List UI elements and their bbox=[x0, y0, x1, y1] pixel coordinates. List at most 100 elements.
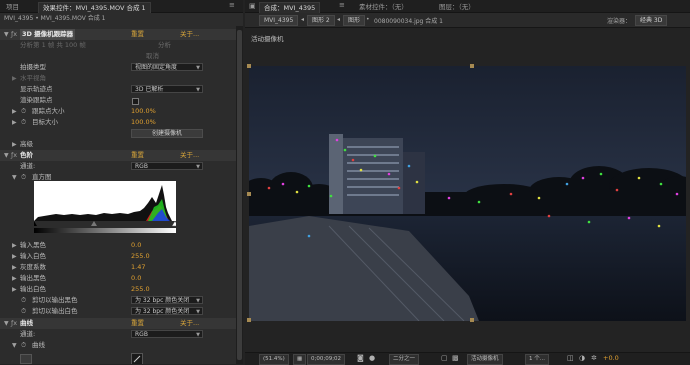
input-black-value[interactable]: 0.0 bbox=[131, 240, 141, 251]
grid-icon[interactable]: ▦ bbox=[293, 354, 307, 365]
show-track-points-dropdown[interactable]: 3D 已解析 ▼ bbox=[131, 85, 203, 93]
curve-pencil-icon[interactable] bbox=[131, 353, 143, 364]
layer-chip[interactable]: 图形 2 bbox=[307, 15, 335, 26]
frame-handle[interactable] bbox=[470, 318, 474, 322]
frame-handle[interactable] bbox=[247, 192, 251, 196]
expand-icon[interactable]: ▶ bbox=[12, 262, 17, 273]
effect-name: 3D 摄像机跟踪器 bbox=[20, 29, 76, 40]
output-white-value[interactable]: 255.0 bbox=[131, 284, 150, 295]
resolution-dropdown[interactable]: 二分之一 bbox=[389, 354, 420, 365]
gamma-value[interactable]: 1.47 bbox=[131, 262, 145, 273]
effect-header-curves[interactable]: ▼ ƒx 曲线 重置 关于... bbox=[0, 318, 236, 329]
curves-channel-dropdown[interactable]: RGB ▼ bbox=[131, 330, 203, 338]
about-link[interactable]: 关于... bbox=[180, 150, 199, 161]
expand-icon[interactable]: ▶ bbox=[12, 273, 17, 284]
render-track-points-row: 渲染跟踪点 bbox=[0, 95, 236, 106]
renderer-dropdown[interactable]: 经典 3D bbox=[635, 15, 668, 26]
effect-controls-panel: 项目 效果控件：MVI_4395.MOV 合成 1 ≡ MVI_4395 • M… bbox=[0, 0, 243, 364]
dot-icon: • bbox=[366, 16, 370, 23]
expand-icon[interactable]: ▶ bbox=[12, 284, 17, 295]
transparency-icon[interactable]: ▩ bbox=[452, 354, 459, 362]
collapse-icon[interactable]: ▼ bbox=[12, 172, 17, 183]
comp-breadcrumb[interactable]: 0080090034.jpg 合成 1 bbox=[374, 16, 443, 25]
stopwatch-icon[interactable]: ⏱ bbox=[21, 295, 26, 306]
stopwatch-icon[interactable]: ⏱ bbox=[21, 117, 26, 128]
composition-viewer[interactable] bbox=[249, 66, 686, 321]
input-white-value[interactable]: 255.0 bbox=[131, 251, 150, 262]
tab-footage[interactable]: 素材控件：（无） bbox=[355, 2, 412, 12]
snapshot-icon[interactable]: ◫ bbox=[567, 354, 574, 362]
tab-effect-controls[interactable]: 效果控件：MVI_4395.MOV 合成 1 bbox=[38, 2, 151, 13]
chevron-down-icon: ▼ bbox=[196, 87, 200, 93]
gamma-handle[interactable] bbox=[91, 221, 97, 226]
panel-menu-icon[interactable]: ≡ bbox=[229, 1, 235, 9]
expand-icon[interactable]: ▶ bbox=[12, 139, 17, 150]
analyze-button[interactable]: 分析 bbox=[158, 40, 171, 51]
render-track-points-checkbox[interactable] bbox=[132, 98, 139, 105]
about-link[interactable]: 关于... bbox=[180, 318, 199, 329]
fx-icon[interactable]: ƒx bbox=[11, 29, 17, 40]
input-white-handle[interactable] bbox=[171, 220, 176, 227]
expand-icon[interactable]: ▶ bbox=[12, 240, 17, 251]
reset-link[interactable]: 重置 bbox=[131, 150, 144, 161]
levels-histogram[interactable] bbox=[34, 181, 176, 237]
zoom-dropdown[interactable]: (51.4%) bbox=[259, 354, 289, 365]
frame-handle[interactable] bbox=[247, 318, 251, 322]
scrollbar-thumb[interactable] bbox=[237, 30, 242, 360]
lock-icon[interactable]: ▣ bbox=[249, 2, 256, 10]
collapse-icon[interactable]: ▼ bbox=[4, 150, 9, 161]
clip-white-dropdown[interactable]: 为 32 bpc 颜色关闭 ▼ bbox=[131, 307, 203, 315]
target-size-value[interactable]: 100.0% bbox=[131, 117, 156, 128]
stopwatch-icon[interactable]: ⏱ bbox=[21, 306, 26, 317]
exposure-icon[interactable]: ✲ bbox=[591, 354, 597, 362]
frame-handle[interactable] bbox=[470, 64, 474, 68]
reset-link[interactable]: 重置 bbox=[131, 318, 144, 329]
fx-icon[interactable]: ƒx bbox=[11, 318, 17, 329]
effect-header-levels[interactable]: ▼ ƒx 色阶 重置 关于... bbox=[0, 150, 236, 161]
curve-tool-icon[interactable] bbox=[20, 354, 32, 364]
tab-project[interactable]: 项目 bbox=[2, 2, 23, 12]
shot-type-dropdown[interactable]: 视图的固定角度 ▼ bbox=[131, 63, 203, 71]
cancel-button[interactable]: 取消 bbox=[146, 51, 159, 62]
collapse-icon[interactable]: ▼ bbox=[4, 29, 9, 40]
comp-chip[interactable]: MVI_4395 bbox=[259, 15, 299, 26]
input-black-handle[interactable] bbox=[34, 221, 37, 226]
expand-icon[interactable]: ▶ bbox=[12, 73, 17, 84]
tab-composition[interactable]: 合成：MVI_4395 bbox=[259, 2, 321, 13]
color-icon[interactable]: ● bbox=[369, 354, 375, 362]
levels-channel-row: 通道: RGB ▼ bbox=[0, 161, 236, 172]
collapse-icon[interactable]: ▼ bbox=[12, 340, 17, 351]
fx-icon[interactable]: ƒx bbox=[11, 150, 17, 161]
expand-icon[interactable]: ▶ bbox=[12, 251, 17, 262]
levels-channel-dropdown[interactable]: RGB ▼ bbox=[131, 162, 203, 170]
stopwatch-icon[interactable]: ⏱ bbox=[21, 172, 26, 183]
gamma-row: ▶ 灰度系数 1.47 bbox=[0, 262, 236, 273]
create-camera-button[interactable]: 创建摄像机 bbox=[131, 129, 203, 138]
input-white-label: 输入白色 bbox=[20, 252, 46, 260]
stopwatch-icon[interactable]: ⏱ bbox=[21, 106, 26, 117]
clip-black-dropdown[interactable]: 为 32 bpc 颜色关闭 ▼ bbox=[131, 296, 203, 304]
frame-handle[interactable] bbox=[247, 64, 251, 68]
effect-header-tracker[interactable]: ▼ ƒx 3D 摄像机跟踪器 重置 关于... bbox=[0, 29, 236, 40]
expand-icon[interactable]: ▶ bbox=[12, 117, 17, 128]
expand-icon[interactable]: ▶ bbox=[12, 106, 17, 117]
timecode-field[interactable]: 0;00;09;02 bbox=[307, 354, 346, 365]
left-scrollbar[interactable] bbox=[236, 26, 243, 364]
track-point-size-value[interactable]: 100.0% bbox=[131, 106, 156, 117]
about-link[interactable]: 关于... bbox=[180, 29, 199, 40]
views-dropdown[interactable]: 1 个... bbox=[525, 354, 549, 365]
graph-chip[interactable]: 图形 bbox=[343, 15, 366, 26]
advanced-row: ▶ 高级 bbox=[0, 139, 236, 150]
stopwatch-icon[interactable]: ⏱ bbox=[21, 340, 26, 351]
tab-layer[interactable]: 图层：（无） bbox=[435, 2, 479, 12]
region-icon[interactable]: ▢ bbox=[441, 354, 448, 362]
collapse-icon[interactable]: ▼ bbox=[4, 318, 9, 329]
output-black-value[interactable]: 0.0 bbox=[131, 273, 141, 284]
channel-icon[interactable]: ◑ bbox=[579, 354, 585, 362]
clip-white-label: 剪切以输出白色 bbox=[32, 307, 78, 315]
camera-icon[interactable]: ◙ bbox=[357, 354, 364, 362]
panel-menu-icon[interactable]: ≡ bbox=[339, 1, 345, 9]
camera-view-dropdown[interactable]: 活动摄像机 bbox=[467, 354, 503, 365]
exposure-value[interactable]: +0.0 bbox=[603, 354, 619, 362]
reset-link[interactable]: 重置 bbox=[131, 29, 144, 40]
